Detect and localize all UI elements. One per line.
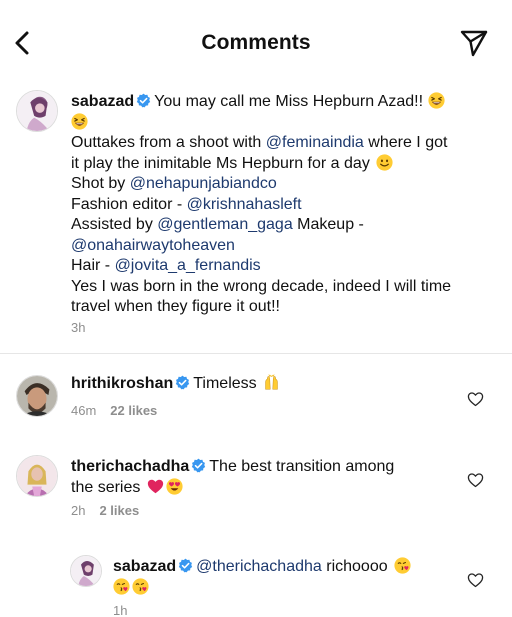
blowing-kiss-emoji-icon	[113, 578, 130, 595]
caption-line-6: Fashion editor - @krishnahasleft	[71, 195, 302, 213]
smiling-emoji-icon	[376, 154, 393, 171]
commenter-avatar[interactable]	[16, 455, 58, 497]
comment-timestamp: 2h	[71, 503, 86, 518]
mention-link[interactable]: @krishnahasleft	[187, 196, 302, 213]
verified-badge-icon	[136, 93, 151, 108]
verified-badge-icon	[178, 558, 193, 573]
heart-eyes-emoji-icon	[166, 478, 183, 495]
reply-avatar[interactable]	[70, 555, 102, 587]
caption-line-2	[71, 113, 481, 134]
send-paper-plane-icon[interactable]	[459, 27, 489, 57]
mention-link[interactable]: @onahairwaytoheaven	[71, 237, 235, 254]
blowing-kiss-emoji-icon	[394, 557, 411, 574]
comment-2-meta: 2h 2 likes	[71, 503, 139, 518]
caption-text: sabazad You may call me Miss Hepburn Azad…	[71, 92, 481, 318]
raising-hands-emoji-icon	[263, 374, 280, 391]
comment-2: therichachadha The best transition among …	[71, 457, 451, 498]
comment-text: Timeless	[193, 375, 257, 392]
header-bar: Comments	[0, 0, 512, 86]
likes-count[interactable]: 2 likes	[99, 503, 139, 518]
comment-1: hrithikroshan Timeless	[71, 374, 451, 395]
likes-count[interactable]: 22 likes	[110, 403, 157, 418]
caption-line-10: Yes I was born in the wrong decade, inde…	[71, 277, 452, 295]
mention-link[interactable]: @therichachadha	[196, 558, 322, 575]
laughing-emoji-icon	[428, 92, 445, 109]
laughing-emoji-icon	[71, 113, 88, 130]
comment-text: The best transition among	[209, 458, 395, 475]
blowing-kiss-emoji-icon	[132, 578, 149, 595]
reply-text: richoooo	[321, 558, 388, 575]
reply-comment: sabazad @therichachadha richoooo	[113, 557, 453, 598]
mention-link[interactable]: @jovita_a_fernandis	[115, 257, 261, 274]
caption-line-8: @onahairwaytoheaven	[71, 236, 481, 257]
comment-username[interactable]: therichachadha	[71, 458, 189, 475]
comment-text: the series	[71, 478, 141, 496]
red-heart-emoji-icon	[147, 478, 164, 495]
caption-line-5: Shot by @nehapunjabiandco	[71, 175, 277, 192]
divider	[0, 353, 512, 354]
reply-username[interactable]: sabazad	[113, 558, 176, 575]
caption-username[interactable]: sabazad	[71, 93, 134, 110]
caption-timestamp: 3h	[71, 320, 86, 335]
comment-username[interactable]: hrithikroshan	[71, 375, 173, 392]
mention-link[interactable]: @gentleman_gaga	[157, 216, 292, 233]
verified-badge-icon	[175, 375, 190, 390]
caption-line-11: travel when they figure it out!!	[71, 298, 280, 315]
caption-line-3: Outtakes from a shoot with @feminaindia …	[71, 134, 448, 151]
caption-line-9: Hair - @jovita_a_fernandis	[71, 257, 261, 274]
caption-avatar[interactable]	[16, 90, 58, 132]
caption-line-1: sabazad You may call me Miss Hepburn Azad…	[71, 92, 481, 113]
page-title: Comments	[201, 31, 311, 54]
mention-link[interactable]: @nehapunjabiandco	[130, 175, 277, 192]
like-heart-icon[interactable]	[467, 391, 484, 407]
reply-timestamp: 1h	[113, 603, 128, 617]
comment-1-meta: 46m 22 likes	[71, 403, 157, 418]
mention-link[interactable]: @feminaindia	[266, 134, 364, 151]
caption-line-7: Assisted by @gentleman_gaga Makeup -	[71, 216, 364, 233]
caption-headline: You may call me Miss Hepburn Azad!!	[154, 93, 424, 110]
comment-timestamp: 46m	[71, 403, 97, 418]
commenter-avatar[interactable]	[16, 375, 58, 417]
verified-badge-icon	[191, 458, 206, 473]
reply-meta: 1h	[113, 603, 127, 617]
like-heart-icon[interactable]	[467, 572, 484, 588]
caption-line-4: it play the inimitable Ms Hepburn for a …	[71, 154, 481, 175]
like-heart-icon[interactable]	[467, 472, 484, 488]
